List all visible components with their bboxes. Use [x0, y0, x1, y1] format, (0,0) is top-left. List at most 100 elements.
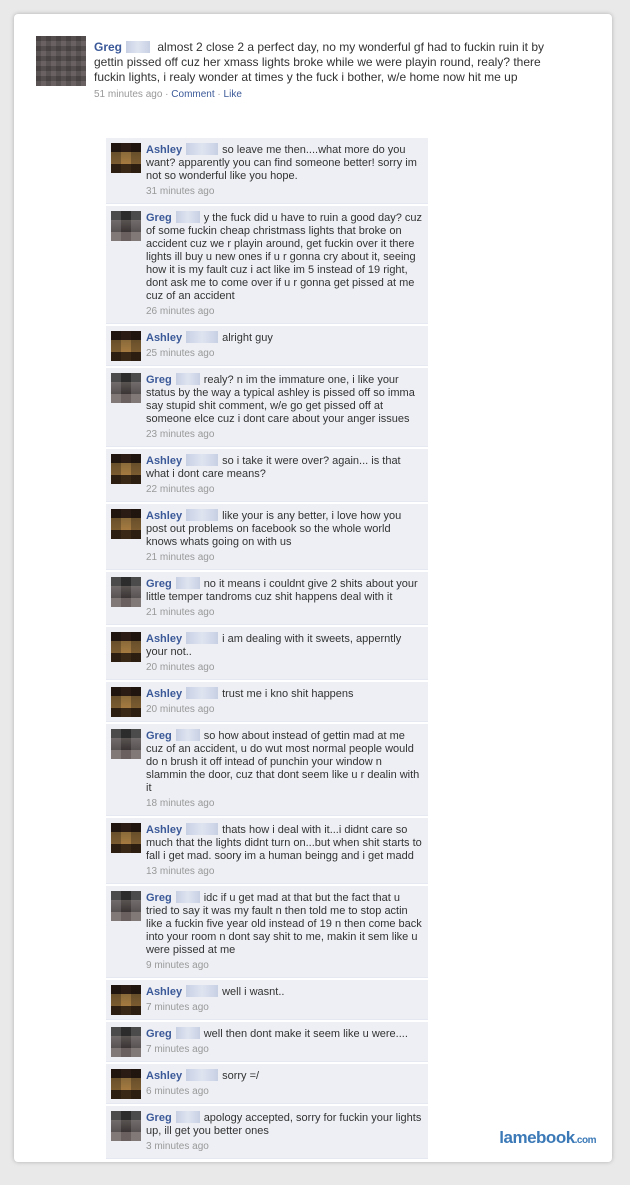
comment-item: Ashley i am dealing with it sweets, apper… — [106, 627, 428, 680]
comment-body: Greg realy? n im the immature one, i like… — [146, 373, 422, 426]
comment-text: sorry =/ — [222, 1070, 260, 1082]
comment-author-link[interactable]: Ashley — [146, 986, 182, 998]
comment-body: Ashley so i take it were over? again... i… — [146, 454, 422, 481]
like-link[interactable]: Like — [224, 89, 242, 100]
comment-author-link[interactable]: Ashley — [146, 633, 182, 645]
comment-time: 20 minutes ago — [146, 662, 215, 673]
comment-author-link[interactable]: Greg — [146, 212, 172, 224]
avatar[interactable] — [111, 577, 141, 607]
comment-body: Ashley sorry =/ — [146, 1069, 422, 1083]
comment-item: Greg realy? n im the immature one, i like… — [106, 368, 428, 447]
avatar[interactable] — [111, 1027, 141, 1057]
comment-text: so i take it were over? again... is that… — [146, 455, 401, 480]
avatar[interactable] — [111, 729, 141, 759]
comment-author-link[interactable]: Ashley — [146, 144, 182, 156]
avatar[interactable] — [111, 1111, 141, 1141]
comment-body: Ashley i am dealing with it sweets, apper… — [146, 632, 422, 659]
comment-body: Greg idc if u get mad at that but the fac… — [146, 891, 422, 957]
comment-item: Ashley so leave me then....what more do y… — [106, 138, 428, 204]
redacted-surname — [175, 891, 200, 903]
comment-author-link[interactable]: Ashley — [146, 688, 182, 700]
avatar[interactable] — [111, 373, 141, 403]
comment-body: Greg y the fuck did u have to ruin a good… — [146, 211, 422, 303]
redacted-surname — [175, 1027, 200, 1039]
comment-time: 18 minutes ago — [146, 798, 215, 809]
avatar[interactable] — [111, 454, 141, 484]
avatar[interactable] — [111, 143, 141, 173]
redacted-surname — [186, 687, 219, 699]
comment-time: 13 minutes ago — [146, 866, 215, 877]
comment-text: well then dont make it seem like u were.… — [203, 1028, 408, 1040]
brand-suffix: .com — [574, 1135, 597, 1146]
avatar[interactable] — [111, 823, 141, 853]
status-time: 51 minutes ago — [94, 89, 163, 100]
comment-author-link[interactable]: Greg — [146, 578, 172, 590]
comment-author-link[interactable]: Ashley — [146, 1070, 182, 1082]
comment-time: 21 minutes ago — [146, 552, 215, 563]
comment-item: Greg idc if u get mad at that but the fac… — [106, 886, 428, 978]
comment-author-link[interactable]: Ashley — [146, 332, 182, 344]
comment-author-link[interactable]: Greg — [146, 1028, 172, 1040]
avatar[interactable] — [111, 891, 141, 921]
redacted-surname — [175, 211, 200, 223]
avatar[interactable] — [111, 632, 141, 662]
comment-author-link[interactable]: Greg — [146, 1112, 172, 1124]
comment-item: Ashley like your is any better, i love ho… — [106, 504, 428, 570]
redacted-surname — [175, 373, 200, 385]
redacted-surname — [186, 632, 219, 644]
comment-item: Greg y the fuck did u have to ruin a good… — [106, 206, 428, 324]
comment-text: like your is any better, i love how you … — [146, 510, 402, 548]
comment-text: alright guy — [222, 332, 273, 344]
avatar[interactable] — [111, 687, 141, 717]
comment-time: 23 minutes ago — [146, 429, 215, 440]
redacted-surname — [186, 1069, 219, 1081]
redacted-surname — [186, 509, 219, 521]
comment-time: 6 minutes ago — [146, 1086, 209, 1097]
comment-time: 7 minutes ago — [146, 1044, 209, 1055]
comment-item: Greg so how about instead of gettin mad a… — [106, 724, 428, 816]
redacted-surname — [175, 1111, 200, 1123]
comment-item: Greg no it means i couldnt give 2 shits a… — [106, 572, 428, 625]
avatar[interactable] — [111, 985, 141, 1015]
comment-time: 20 minutes ago — [146, 704, 215, 715]
comment-body: Ashley so leave me then....what more do y… — [146, 143, 422, 183]
redacted-surname — [186, 985, 219, 997]
comment-body: Ashley alright guy — [146, 331, 422, 345]
author-link[interactable]: Greg — [94, 40, 122, 54]
comment-text: well i wasnt.. — [222, 986, 285, 998]
comment-author-link[interactable]: Greg — [146, 892, 172, 904]
comment-body: Ashley like your is any better, i love ho… — [146, 509, 422, 549]
comment-text: y the fuck did u have to ruin a good day… — [146, 212, 422, 302]
comment-body: Greg apology accepted, sorry for fuckin y… — [146, 1111, 422, 1138]
comment-author-link[interactable]: Ashley — [146, 510, 182, 522]
comment-link[interactable]: Comment — [171, 89, 214, 100]
comment-author-link[interactable]: Greg — [146, 374, 172, 386]
comment-time: 31 minutes ago — [146, 186, 215, 197]
comment-time: 22 minutes ago — [146, 484, 215, 495]
avatar[interactable] — [111, 1069, 141, 1099]
comment-time: 9 minutes ago — [146, 960, 209, 971]
redacted-surname — [186, 823, 219, 835]
comment-author-link[interactable]: Ashley — [146, 455, 182, 467]
redacted-surname — [175, 577, 200, 589]
avatar[interactable] — [111, 211, 141, 241]
comment-body: Greg well then dont make it seem like u w… — [146, 1027, 422, 1041]
comment-time: 7 minutes ago — [146, 1002, 209, 1013]
avatar[interactable] — [111, 509, 141, 539]
lamebook-logo: lamebook.com — [499, 1128, 596, 1148]
comment-time: 21 minutes ago — [146, 607, 215, 618]
comment-author-link[interactable]: Ashley — [146, 824, 182, 836]
status-body: Greg almost 2 close 2 a perfect day, no … — [94, 40, 564, 102]
redacted-surname — [186, 331, 219, 343]
separator: · — [214, 89, 224, 100]
comment-author-link[interactable]: Greg — [146, 730, 172, 742]
redacted-surname — [186, 454, 219, 466]
comment-item: Ashley so i take it were over? again... i… — [106, 449, 428, 502]
comment-time: 26 minutes ago — [146, 306, 215, 317]
avatar[interactable] — [36, 36, 86, 86]
comment-item: Ashley thats how i deal with it...i didnt… — [106, 818, 428, 884]
comment-text: trust me i kno shit happens — [222, 688, 354, 700]
avatar[interactable] — [111, 331, 141, 361]
comment-item: Ashley alright guy 25 minutes ago — [106, 326, 428, 366]
status-text: almost 2 close 2 a perfect day, no my wo… — [94, 40, 545, 84]
